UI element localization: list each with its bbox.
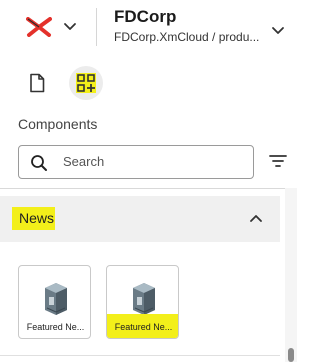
add-component-icon: [77, 74, 95, 92]
component-label: Featured Ne...: [26, 322, 85, 332]
scrollbar-track[interactable]: [285, 188, 297, 362]
tab-components[interactable]: [69, 66, 103, 100]
sitecore-logo-icon[interactable]: [26, 17, 52, 37]
component-card[interactable]: Featured Ne...: [106, 265, 179, 339]
group-label: News: [19, 210, 55, 226]
tab-pages[interactable]: [20, 66, 54, 100]
component-box-icon: [133, 283, 155, 315]
search-icon: [31, 155, 47, 171]
search-input[interactable]: [63, 154, 243, 169]
components-list[interactable]: News Featured Ne... Featured Ne...: [0, 188, 297, 362]
component-box-icon: [45, 283, 67, 315]
divider: [0, 355, 280, 356]
component-label: Featured Ne...: [114, 322, 173, 332]
scrollbar-thumb[interactable]: [288, 348, 294, 362]
filter-icon[interactable]: [268, 151, 288, 171]
tenant-path[interactable]: FDCorp.XmCloud / produ...: [114, 30, 264, 44]
panel-title: Components: [18, 116, 98, 132]
tenant-name[interactable]: FDCorp: [114, 7, 176, 27]
divider: [0, 188, 297, 189]
page-icon: [30, 73, 45, 93]
search-box[interactable]: [18, 145, 254, 179]
chevron-down-icon[interactable]: [62, 18, 78, 34]
tenant-chevron-down-icon[interactable]: [270, 22, 286, 38]
group-header-news[interactable]: News: [0, 196, 280, 242]
component-card[interactable]: Featured Ne...: [18, 265, 91, 339]
chevron-up-icon[interactable]: [248, 211, 264, 227]
top-bar: FDCorp FDCorp.XmCloud / produ...: [0, 0, 297, 58]
divider: [96, 8, 97, 46]
